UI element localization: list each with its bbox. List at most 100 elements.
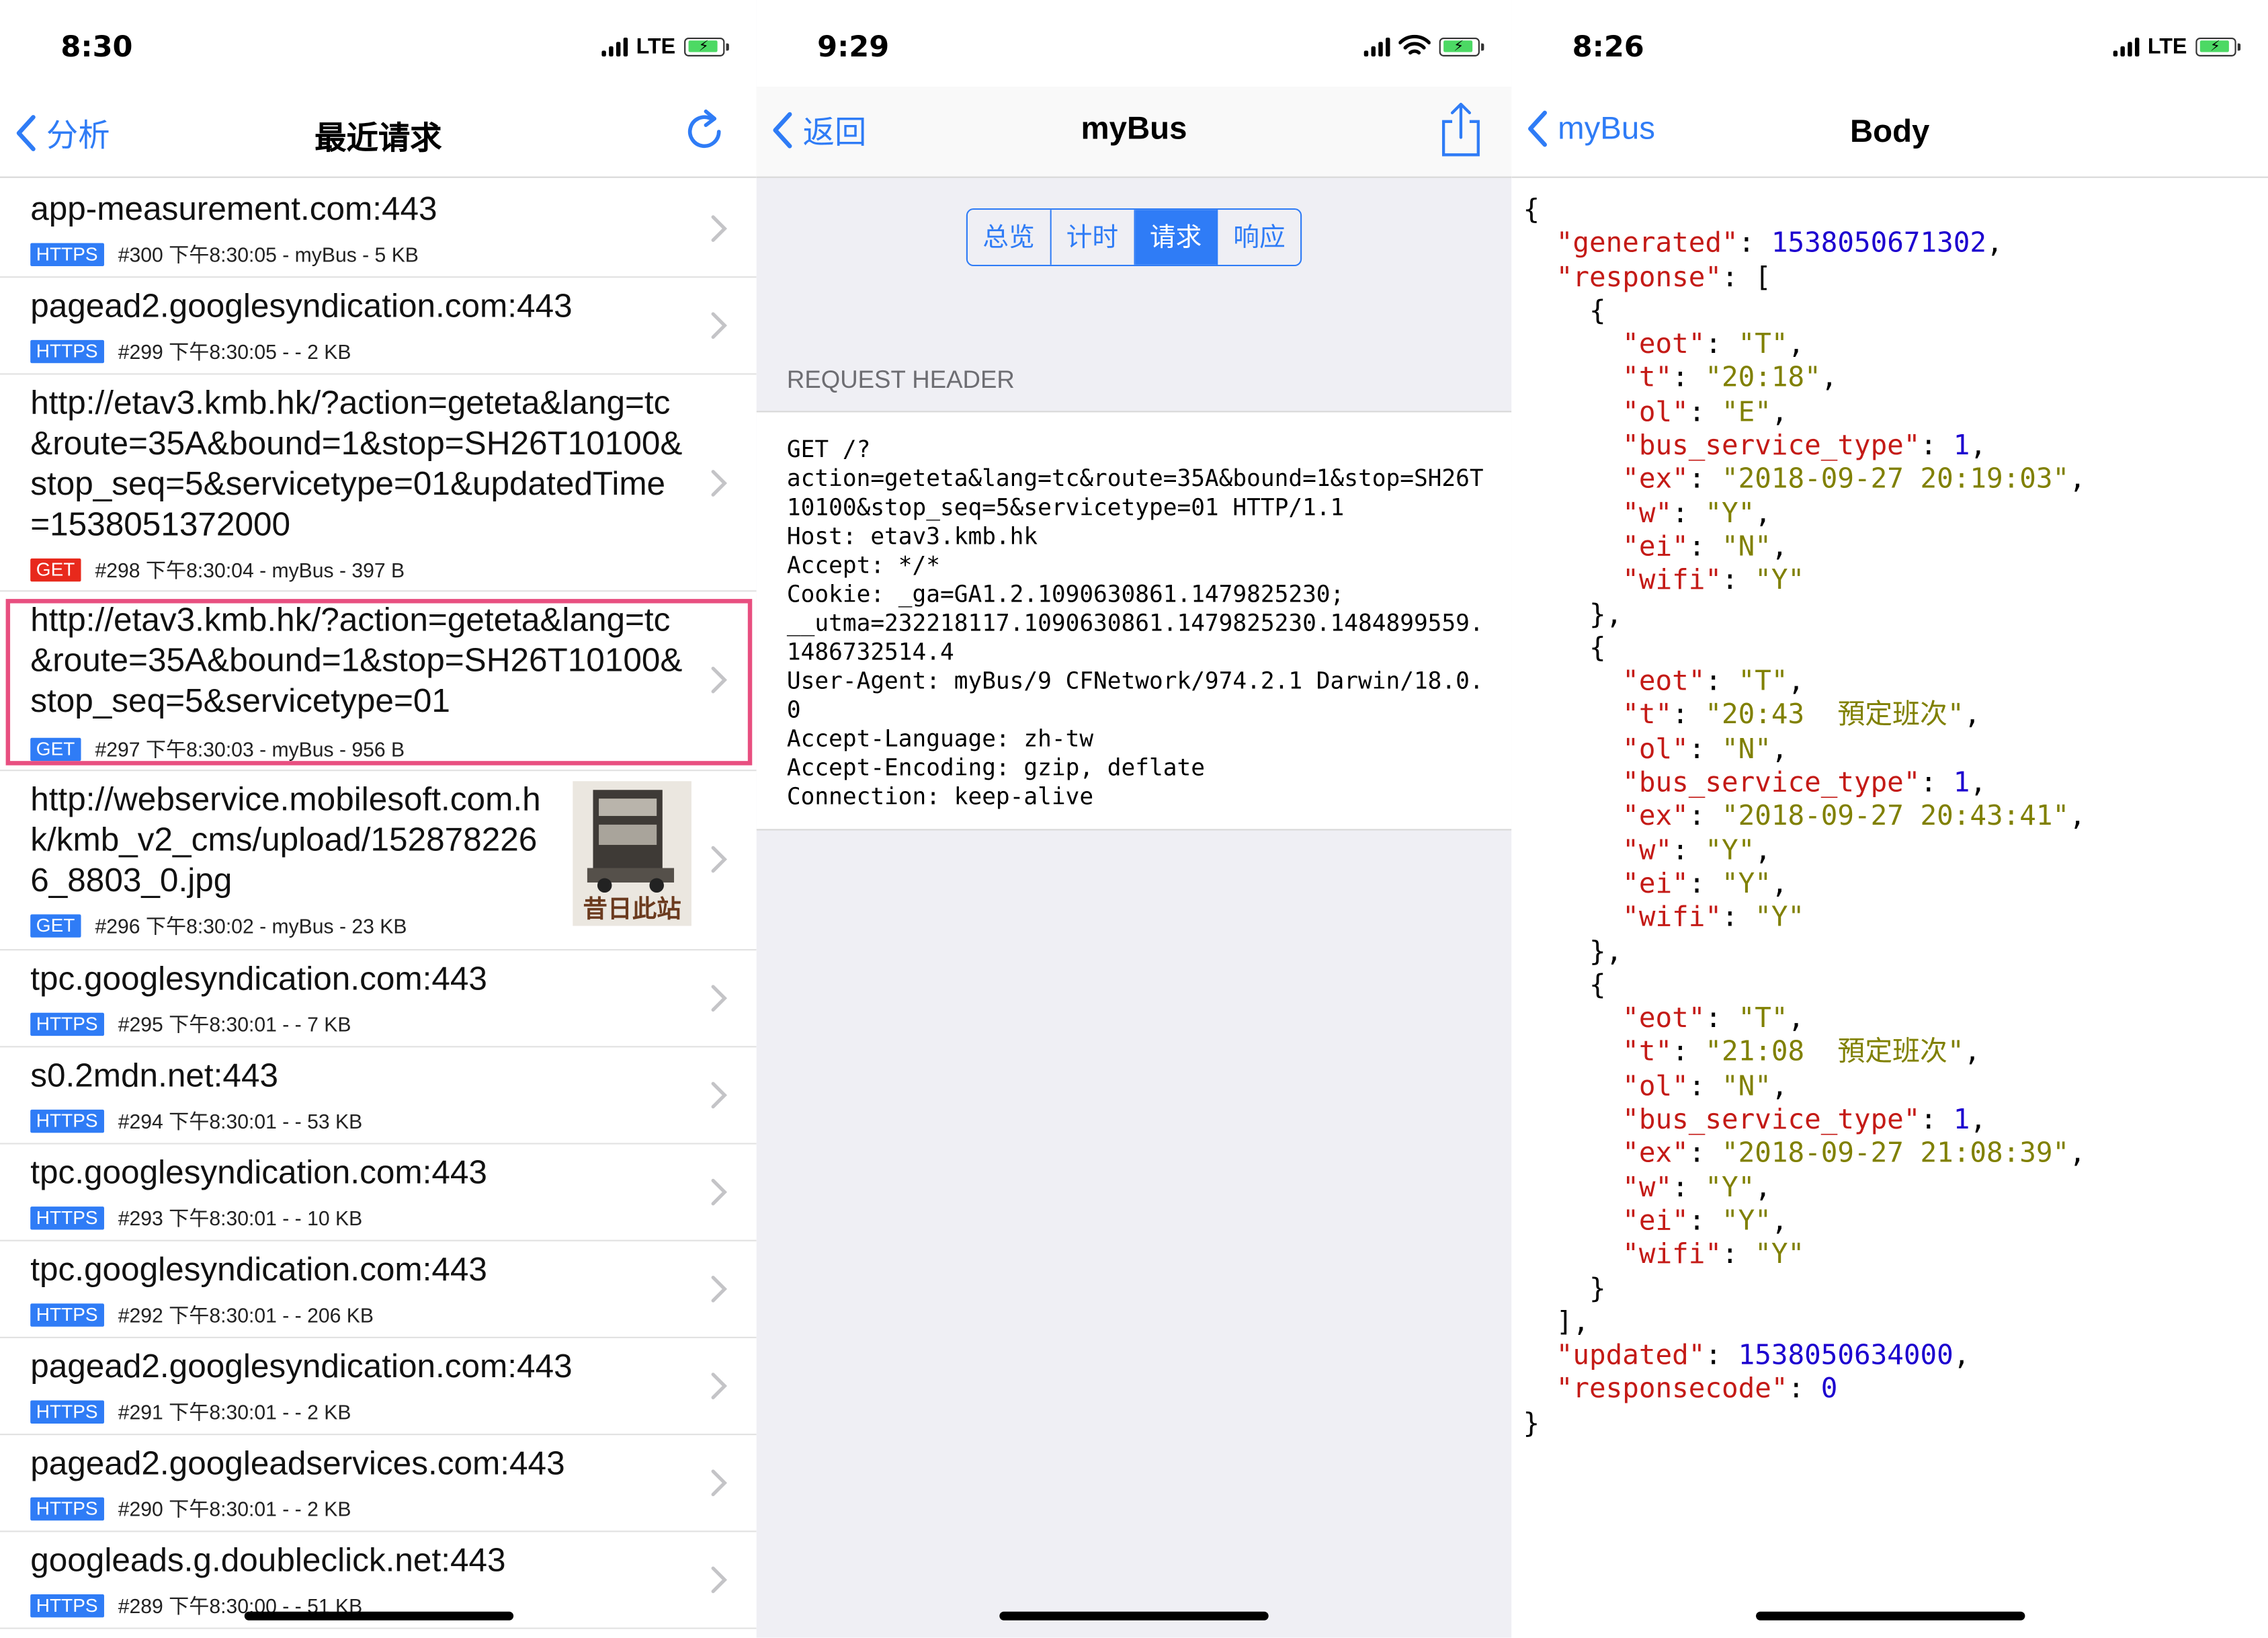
json-punct: : [1721, 261, 1755, 294]
json-punct: , [1964, 699, 1981, 731]
navigation-bar: myBus Body [1511, 89, 2268, 178]
json-punct: : [1672, 497, 1706, 530]
chevron-right-icon [711, 1566, 728, 1594]
json-punct: , [1771, 396, 1788, 428]
request-row[interactable]: tpc.googlesyndication.com:443 HTTPS #292 … [0, 1240, 757, 1338]
home-indicator [999, 1611, 1269, 1621]
tab-request[interactable]: 请求 [1134, 210, 1218, 265]
status-time: 8:30 [60, 29, 133, 64]
section-title: REQUEST HEADER [786, 366, 1015, 394]
status-bar: 8:26 LTE ⚡ [1511, 0, 2268, 87]
json-punct: , [1755, 497, 1771, 530]
json-punct: , [1964, 1036, 1981, 1069]
network-type: LTE [2147, 34, 2187, 59]
chevron-right-icon [711, 1276, 728, 1303]
refresh-icon[interactable] [681, 107, 730, 156]
request-row[interactable]: pagead2.googleadservices.com:443 HTTPS #2… [0, 1434, 757, 1532]
json-key: "ex" [1622, 463, 1689, 495]
request-url: pagead2.googlesyndication.com:443 [30, 1346, 573, 1385]
method-badge: HTTPS [30, 243, 104, 267]
chevron-right-icon [711, 1081, 728, 1109]
json-key: "bus_service_type" [1622, 1104, 1921, 1136]
json-key: "ei" [1622, 1204, 1689, 1237]
json-punct: : [1688, 396, 1722, 428]
json-key: "t" [1622, 1036, 1673, 1069]
json-punct: : [1688, 868, 1722, 900]
cellular-signal-icon [2113, 36, 2139, 56]
status-bar: 8:30 LTE ⚡ [0, 0, 757, 87]
json-punct: : [1688, 1204, 1722, 1237]
cellular-signal-icon [601, 36, 628, 56]
detail-tab-control: 总览 计时 请求 响应 [966, 208, 1302, 267]
json-string: "2018-09-27 20:19:03" [1722, 463, 2070, 495]
chevron-right-icon [711, 215, 728, 242]
json-number: 0 [1820, 1373, 1838, 1405]
request-meta: #295 下午8:30:01 - - 7 KB [118, 1012, 351, 1036]
json-punct: : [1672, 1036, 1706, 1069]
tab-response[interactable]: 响应 [1218, 210, 1301, 265]
json-string: "Y" [1755, 565, 1805, 597]
request-url: http://etav3.kmb.hk/?action=geteta&lang=… [30, 600, 683, 719]
json-key: "ei" [1622, 868, 1689, 900]
json-key: "response" [1556, 261, 1722, 294]
request-row[interactable]: tpc.googlesyndication.com:443 HTTPS #295 … [0, 949, 757, 1048]
json-string: "2018-09-27 20:43:41" [1722, 801, 2070, 833]
chevron-right-icon [711, 985, 728, 1012]
json-punct: ] [1523, 1306, 1573, 1338]
request-row[interactable]: pagead2.googlesyndication.com:443 HTTPS #… [0, 1337, 757, 1436]
request-url: http://webservice.mobilesoft.com.hk/kmb_… [30, 780, 541, 899]
request-meta: #297 下午8:30:03 - myBus - 956 B [95, 737, 405, 762]
json-string: "Y" [1722, 868, 1771, 900]
json-string: "E" [1722, 396, 1771, 428]
image-thumbnail: 昔日此站 [573, 781, 691, 926]
json-punct: , [2069, 801, 2086, 833]
request-url: s0.2mdn.net:443 [30, 1056, 279, 1094]
request-meta: #294 下午8:30:01 - - 53 KB [118, 1109, 363, 1133]
request-row[interactable]: s0.2mdn.net:443 HTTPS #294 下午8:30:01 - - … [0, 1046, 757, 1145]
tab-timing[interactable]: 计时 [1051, 210, 1135, 265]
request-row[interactable]: pagead2.googlesyndication.com:443 HTTPS #… [0, 276, 757, 375]
request-row[interactable]: http://webservice.mobilesoft.com.hk/kmb_… [0, 770, 757, 951]
request-row[interactable]: tpc.googlesyndication.com:443 HTTPS #293 … [0, 1143, 757, 1241]
json-key: "generated" [1556, 227, 1738, 259]
request-row[interactable]: http://etav3.kmb.hk/?action=geteta&lang=… [0, 373, 757, 592]
method-badge: HTTPS [30, 1109, 104, 1133]
thumb-caption: 昔日此站 [583, 895, 681, 924]
json-string: "Y" [1705, 1171, 1755, 1203]
json-punct: , [1771, 868, 1788, 900]
json-string: "Y" [1705, 497, 1755, 530]
json-punct: } [1523, 1272, 1606, 1305]
json-string: "N" [1722, 1070, 1771, 1102]
json-string: "N" [1722, 733, 1771, 766]
json-punct: { [1589, 969, 1606, 1001]
json-punct: : [1688, 1070, 1722, 1102]
json-string: "21:08 預定班次" [1705, 1036, 1964, 1069]
battery-charging-icon: ⚡ [1439, 36, 1484, 56]
home-indicator [1755, 1611, 2025, 1621]
tab-overview[interactable]: 总览 [967, 210, 1052, 265]
json-punct: { [1589, 294, 1606, 327]
json-string: "T" [1738, 329, 1788, 361]
request-url: pagead2.googlesyndication.com:443 [30, 286, 573, 325]
request-row[interactable]: app-measurement.com:443 HTTPS #300 下午8:30… [0, 179, 757, 278]
method-badge: HTTPS [30, 1497, 104, 1521]
navigation-bar: 返回 myBus [756, 87, 1512, 178]
cellular-signal-icon [1363, 36, 1390, 56]
json-punct: , [1970, 429, 1987, 462]
json-punct: , [1788, 665, 1805, 698]
share-icon[interactable] [1436, 101, 1485, 159]
request-row-selected[interactable]: http://etav3.kmb.hk/?action=geteta&lang=… [0, 590, 757, 772]
json-punct: , [1572, 1306, 1590, 1338]
